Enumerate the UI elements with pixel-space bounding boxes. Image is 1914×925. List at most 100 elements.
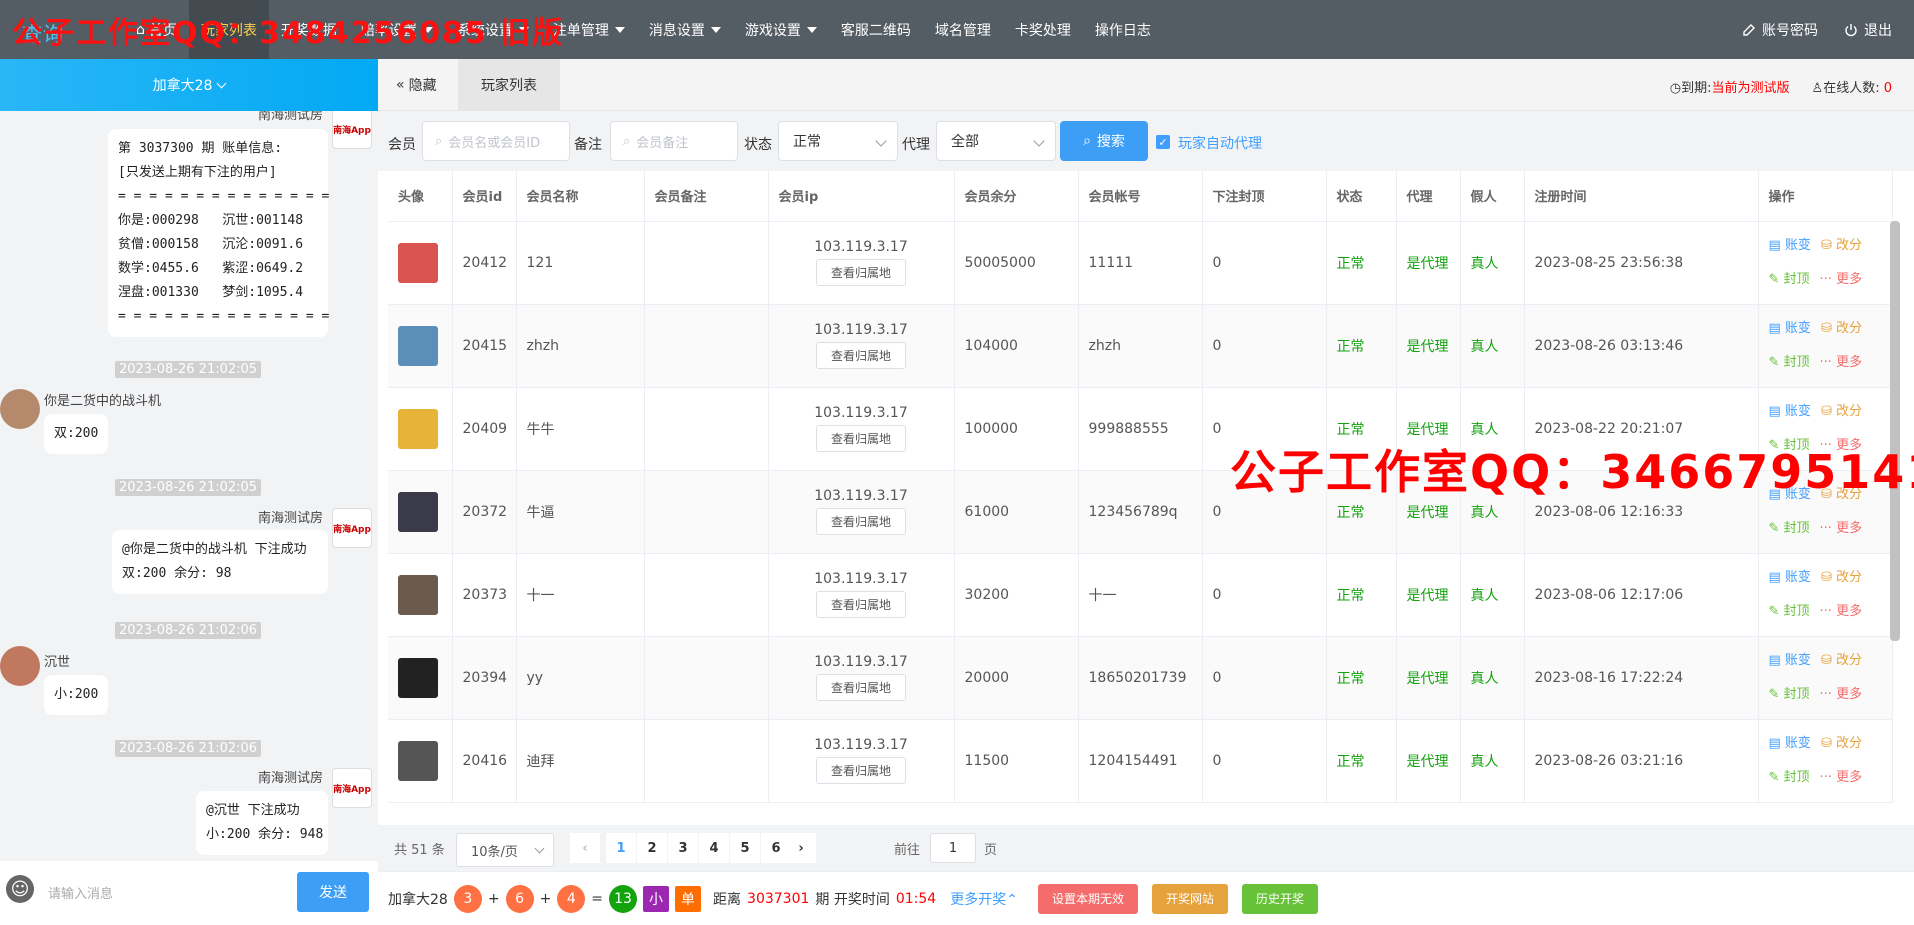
bill-change-button[interactable]: ▤ 账变 [1769, 570, 1811, 585]
more-button[interactable]: ··· 更多 [1820, 272, 1863, 287]
prev-page-button[interactable]: ‹ [570, 833, 600, 863]
auto-agent-label[interactable]: 玩家自动代理 [1178, 133, 1262, 153]
ban-cap-button[interactable]: ✎ 封顶 [1769, 604, 1810, 619]
page-button[interactable]: 5 [730, 833, 760, 863]
member-note [644, 553, 769, 637]
nav-item[interactable]: 玩家列表 [188, 0, 269, 59]
bill-change-button[interactable]: ▤ 账变 [1769, 653, 1811, 668]
operations-cell: ▤ 账变 ⛁ 改分 ✎ 封顶 ··· 更多 [1758, 719, 1893, 803]
ban-cap-button[interactable]: ✎ 封顶 [1769, 687, 1810, 702]
edit-score-button[interactable]: ⛁ 改分 [1821, 404, 1862, 419]
ip-location-button[interactable]: 查看归属地 [815, 259, 906, 286]
avatar [398, 491, 438, 532]
filter-bar: 会员 ⌕ 会员名或会员ID 备注 ⌕ 会员备注 状态 正常 代理 全部 ⌕ 搜索 ✓ … [378, 111, 1914, 171]
ip-location-button[interactable]: 查看归属地 [815, 674, 906, 701]
nav-item[interactable]: 赔率设置 [349, 0, 445, 59]
member-id: 20412 [452, 221, 517, 305]
more-button[interactable]: ··· 更多 [1820, 604, 1863, 619]
nav-item[interactable]: 系统设置 [445, 0, 541, 59]
house-avatar: 南海App [332, 111, 372, 149]
nav-item[interactable]: 域名管理 [923, 0, 1003, 59]
ip-location-button[interactable]: 查看归属地 [815, 757, 906, 784]
ban-cap-button[interactable]: ✎ 封顶 [1769, 521, 1810, 536]
ip-location-button[interactable]: 查看归属地 [815, 508, 906, 535]
nav-item[interactable]: 注单管理 [541, 0, 637, 59]
ip-location-button[interactable]: 查看归属地 [815, 342, 906, 369]
lottery-site-button[interactable]: 开奖网站 [1151, 883, 1228, 914]
agent-select[interactable]: 全部 [936, 121, 1056, 161]
nav-item[interactable]: 消息设置 [637, 0, 733, 59]
ip-location-button[interactable]: 查看归属地 [815, 425, 906, 452]
more-button[interactable]: ··· 更多 [1820, 687, 1863, 702]
edit-score-button[interactable]: ⛁ 改分 [1821, 487, 1862, 502]
register-time: 2023-08-26 03:13:46 [1524, 304, 1759, 388]
column-header: 操作 [1758, 171, 1893, 222]
ban-cap-button[interactable]: ✎ 封顶 [1769, 272, 1810, 287]
page-button[interactable]: 3 [668, 833, 698, 863]
goto-page-input[interactable]: 1 [930, 833, 976, 863]
next-page-button[interactable]: › [786, 833, 816, 863]
auto-agent-checkbox[interactable]: ✓ [1156, 135, 1170, 149]
member-status: 正常 [1326, 470, 1397, 554]
member-ip: 103.119.3.17 查看归属地 [768, 304, 955, 388]
nav-item[interactable]: 开奖数据 [269, 0, 349, 59]
bill-change-button[interactable]: ▤ 账变 [1769, 487, 1811, 502]
ban-cap-button[interactable]: ✎ 封顶 [1769, 770, 1810, 785]
logout-link[interactable]: 退出 [1844, 20, 1892, 40]
message-sender: 南海测试房 [258, 111, 324, 123]
nav-item[interactable]: 游戏设置 [733, 0, 829, 59]
page-button[interactable]: 4 [699, 833, 729, 863]
chevron-down-icon [1033, 135, 1045, 147]
nav-item[interactable]: 操作日志 [1083, 0, 1163, 59]
bill-change-button[interactable]: ▤ 账变 [1769, 404, 1811, 419]
nav-item[interactable]: 卡奖处理 [1003, 0, 1083, 59]
edit-score-button[interactable]: ⛁ 改分 [1821, 736, 1862, 751]
table-scrollbar[interactable] [1890, 221, 1900, 641]
bill-change-button[interactable]: ▤ 账变 [1769, 321, 1811, 336]
edit-score-button[interactable]: ⛁ 改分 [1821, 653, 1862, 668]
ip-location-button[interactable]: 查看归属地 [815, 591, 906, 618]
page-button[interactable]: 2 [637, 833, 667, 863]
invalidate-issue-button[interactable]: 设置本期无效 [1037, 883, 1138, 914]
member-ip: 103.119.3.17 查看归属地 [768, 387, 955, 471]
tab-players[interactable]: 玩家列表 [458, 59, 560, 111]
chevron-up-icon: ⌃ [1006, 891, 1018, 908]
bill-change-button[interactable]: ▤ 账变 [1769, 736, 1811, 751]
more-button[interactable]: ··· 更多 [1820, 521, 1863, 536]
ip-address: 103.119.3.17 [814, 405, 908, 421]
hide-sidebar-button[interactable]: « 隐藏 [396, 59, 437, 111]
column-header: 状态 [1326, 171, 1397, 222]
account-link[interactable]: 账号密码 [1742, 20, 1818, 40]
more-button[interactable]: ··· 更多 [1820, 355, 1863, 370]
nav-item[interactable]: ⌂ 首页 [124, 0, 189, 59]
more-results-link[interactable]: 更多开奖⌃ [950, 889, 1018, 909]
home-icon: ⌂ [136, 21, 145, 38]
history-button[interactable]: 历史开奖 [1241, 883, 1318, 914]
page-button[interactable]: 1 [606, 833, 636, 863]
member-note [644, 636, 769, 720]
search-icon: ⌕ [623, 133, 631, 149]
member-search-input[interactable]: ⌕ 会员名或会员ID [422, 121, 570, 161]
state-label: 状态 [744, 137, 772, 153]
member-note [644, 304, 769, 388]
member-account: 1204154491 [1078, 719, 1203, 803]
more-button[interactable]: ··· 更多 [1820, 770, 1863, 785]
bill-change-button[interactable]: ▤ 账变 [1769, 238, 1811, 253]
edit-score-button[interactable]: ⛁ 改分 [1821, 570, 1862, 585]
nav-item[interactable]: 客服二维码 [829, 0, 923, 59]
more-button[interactable]: ··· 更多 [1820, 438, 1863, 453]
emoji-icon[interactable]: ☺ [6, 875, 34, 903]
ban-cap-button[interactable]: ✎ 封顶 [1769, 438, 1810, 453]
note-search-input[interactable]: ⌕ 会员备注 [610, 121, 738, 161]
member-real: 真人 [1460, 304, 1525, 388]
ban-cap-button[interactable]: ✎ 封顶 [1769, 355, 1810, 370]
send-button[interactable]: 发送 [297, 872, 369, 912]
chat-input[interactable]: 请输入消息 [48, 883, 113, 902]
avatar-cell [388, 470, 453, 554]
chat-room-selector[interactable]: 加拿大28 [0, 59, 378, 111]
search-button[interactable]: ⌕ 搜索 [1060, 121, 1148, 161]
state-select[interactable]: 正常 [778, 121, 898, 161]
page-size-select[interactable]: 10条/页 [456, 833, 554, 867]
edit-score-button[interactable]: ⛁ 改分 [1821, 321, 1862, 336]
edit-score-button[interactable]: ⛁ 改分 [1821, 238, 1862, 253]
